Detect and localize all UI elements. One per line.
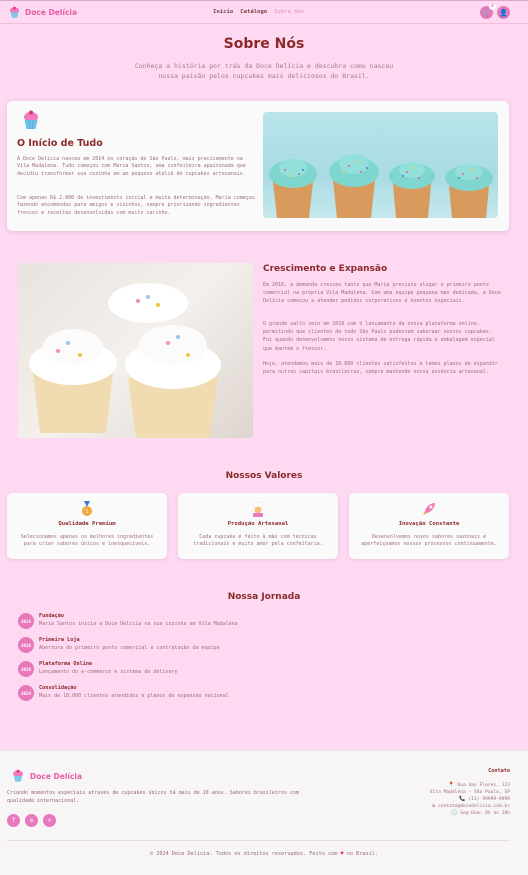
header-actions: 🛒 0 👤 [480, 3, 510, 19]
journey-title: Nossa Jornada [227, 592, 301, 602]
brand-logo[interactable]: Doce Delícia [8, 6, 77, 19]
timeline-title: Fundação [39, 613, 64, 619]
contact-title: Contato [488, 768, 510, 774]
nav-about[interactable]: Sobre Nós [274, 9, 304, 15]
contact-hours: 🕘 Seg-Dom: 8h às 20h [430, 810, 510, 817]
contact-address: Vila Madalena - São Paulo, SP [430, 789, 510, 796]
timeline-title: Primeira Loja [39, 637, 80, 643]
address-line: Vila Madalena - São Paulo, SP [429, 790, 510, 795]
timeline-item: 2014 Fundação Maria Santos inicia a Doce… [18, 613, 418, 633]
location-pin-icon: 📍 [448, 782, 455, 788]
copyright: © 2024 Doce Delícia. Todos os direitos r… [0, 851, 528, 857]
footer-description: Criando momentos especiais através de cu… [7, 790, 299, 804]
main-nav: Início Catálogo Sobre Nós [213, 9, 304, 15]
timeline-text: Lançamento do e-commerce e sistema de de… [39, 669, 178, 675]
user-button[interactable]: 👤 [497, 6, 510, 19]
medal-icon: 1 [82, 501, 92, 516]
footer-divider [7, 840, 510, 841]
email-icon: ✉ [432, 803, 436, 809]
story-title: O Início de Tudo [17, 138, 103, 149]
footer-contact: Contato 📍 Rua das Flores, 123 Vila Madal… [430, 768, 510, 817]
timeline-year: 2019 [18, 661, 34, 677]
nav-catalog[interactable]: Catálogo [240, 9, 267, 15]
value-title: Inovação Constante [398, 521, 460, 527]
phone-icon: 📞 [459, 796, 466, 802]
copyright-text: © 2024 Doce Delícia. Todos os direitos r… [150, 851, 338, 857]
nav-home[interactable]: Início [213, 9, 233, 15]
cupcake-icon [24, 110, 38, 130]
timeline-item: 2024 Consolidação Mais de 10.000 cliente… [18, 685, 418, 705]
facebook-icon[interactable]: f [7, 814, 20, 827]
heart-icon: ♥ [340, 851, 344, 857]
value-card: Inovação Constante Desenvolvemos novos s… [349, 493, 509, 559]
timeline-text: Mais de 10.000 clientes atendidos e plan… [39, 693, 229, 699]
cupcakes-illustration [269, 154, 493, 218]
story-card: O Início de Tudo A Doce Delícia nasceu e… [7, 101, 509, 231]
phone-number: (11) 99999-9999 [468, 797, 511, 802]
cupcakes-photo [18, 263, 253, 438]
value-text: Desenvolvemos novos sabores sazonais e a… [361, 534, 497, 548]
value-title: Qualidade Premium [58, 521, 116, 527]
social-links: f ◎ ✆ [7, 814, 56, 827]
cupcakes-illustration [29, 283, 221, 438]
page-title: Sobre Nós [223, 36, 305, 52]
value-text: Cada cupcake é feito à mão com técnicas … [193, 534, 323, 548]
opening-hours: Seg-Dom: 8h às 20h [460, 811, 510, 816]
value-card: Produção Artesanal Cada cupcake é feito … [178, 493, 338, 559]
cupcake-icon [13, 769, 23, 782]
footer-brand-name: Doce Delícia [30, 771, 83, 781]
growth-title: Crescimento e Expansão [263, 264, 388, 274]
timeline-title: Plataforma Online [39, 661, 93, 667]
cart-count-badge: 0 [489, 3, 496, 10]
contact-address: 📍 Rua das Flores, 123 [430, 782, 510, 789]
value-text: Selecionamos apenas os melhores ingredie… [20, 534, 154, 548]
cart-button[interactable]: 🛒 0 [480, 3, 496, 19]
page-subtitle: Conheça a história por trás da Doce Delí… [134, 62, 394, 80]
contact-email[interactable]: ✉ contato@docedelicia.com.br [430, 803, 510, 810]
chef-icon [252, 501, 264, 517]
story-paragraph: A Doce Delícia nasceu em 2014 no coração… [17, 156, 246, 177]
rocket-icon [423, 503, 435, 515]
timeline-text: Maria Santos inicia a Doce Delícia na su… [39, 621, 238, 627]
top-navbar: Doce Delícia Início Catálogo Sobre Nós 🛒… [0, 0, 528, 24]
copyright-text: no Brasil. [346, 851, 378, 857]
user-icon: 👤 [499, 8, 508, 17]
timeline-year: 2014 [18, 613, 34, 629]
footer: Doce Delícia Criando momentos especiais … [0, 750, 528, 875]
cupcakes-photo [263, 112, 498, 218]
timeline-item: 2019 Plataforma Online Lançamento do e-c… [18, 661, 418, 681]
cart-icon: 🛒 [482, 8, 491, 17]
cupcake-icon [9, 6, 20, 18]
growth-paragraph: Em 2016, a demanda cresceu tanto que Mar… [263, 282, 501, 305]
timeline-year: 2016 [18, 637, 34, 653]
values-title: Nossos Valores [225, 471, 303, 481]
timeline-text: Abertura do primeiro ponto comercial e c… [39, 645, 220, 651]
growth-paragraph: O grande salto veio em 2019 com o lançam… [263, 321, 495, 352]
brand-name: Doce Delícia [25, 8, 78, 17]
timeline-item: 2016 Primeira Loja Abertura do primeiro … [18, 637, 418, 657]
clock-icon: 🕘 [450, 810, 458, 816]
address-line: Rua das Flores, 123 [457, 783, 510, 788]
value-title: Produção Artesanal [227, 521, 289, 527]
whatsapp-icon[interactable]: ✆ [43, 814, 56, 827]
svg-text:1: 1 [85, 509, 88, 515]
email-address: contato@docedelicia.com.br [438, 804, 510, 809]
timeline-title: Consolidação [39, 685, 77, 691]
footer-brand[interactable]: Doce Delícia [11, 769, 82, 783]
story-paragraph: Com apenas R$ 2.000 de investimento inic… [17, 195, 255, 216]
growth-paragraph: Hoje, atendemos mais de 10.000 clientes … [263, 361, 498, 376]
timeline-year: 2024 [18, 685, 34, 701]
instagram-icon[interactable]: ◎ [25, 814, 38, 827]
contact-phone[interactable]: 📞 (11) 99999-9999 [430, 796, 510, 803]
value-card: 1 Qualidade Premium Selecionamos apenas … [7, 493, 167, 559]
